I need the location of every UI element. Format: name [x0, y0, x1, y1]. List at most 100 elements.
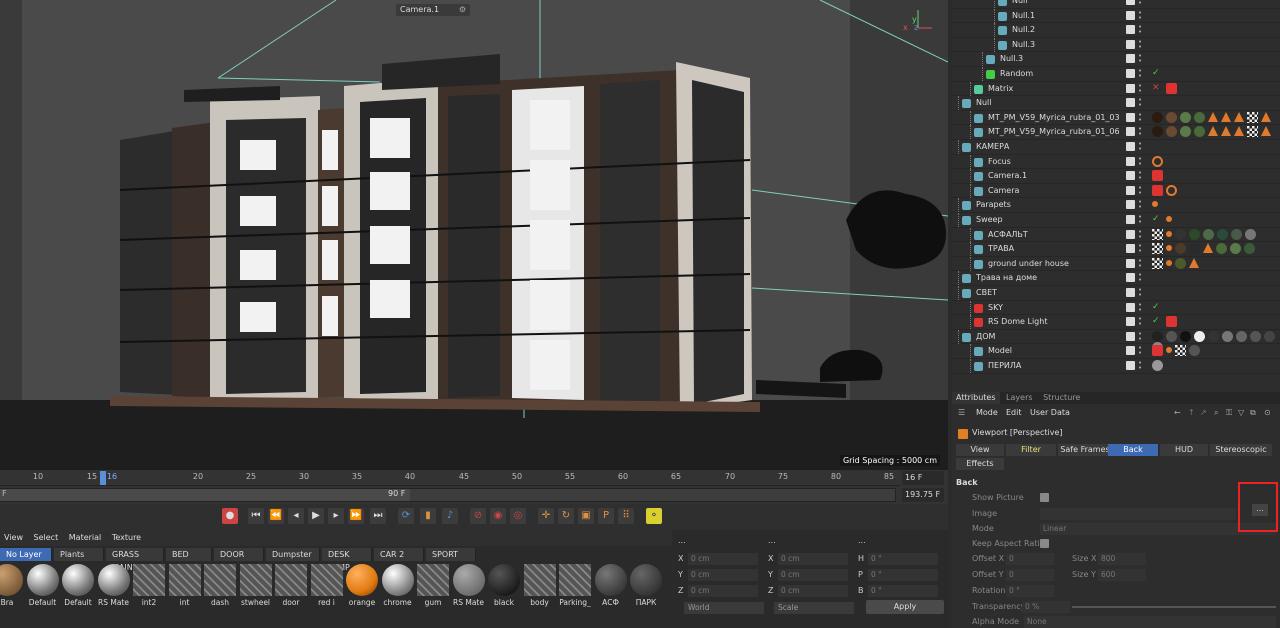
- redshift-tag-icon[interactable]: [1166, 316, 1177, 328]
- material-tag-icon[interactable]: [1208, 126, 1218, 137]
- object-name[interactable]: ДОМ: [976, 332, 995, 341]
- show-picture-checkbox[interactable]: [1040, 493, 1049, 502]
- object-row[interactable]: Parapets • •: [952, 198, 1280, 213]
- render-dots-icon[interactable]: ••: [1138, 155, 1142, 167]
- object-name[interactable]: СВЕТ: [976, 288, 997, 297]
- next-key-icon[interactable]: ⏩: [348, 508, 364, 524]
- render-dots-icon[interactable]: ••: [1138, 111, 1142, 123]
- material-tag-icon[interactable]: [1222, 330, 1233, 342]
- coord-field[interactable]: 0 °: [868, 585, 938, 597]
- object-row[interactable]: Camera • •: [952, 183, 1280, 199]
- subtab-view[interactable]: View: [956, 444, 1004, 456]
- material-swatch[interactable]: Parking_: [558, 564, 592, 607]
- keyframe-selection-icon[interactable]: ◎: [510, 508, 526, 524]
- object-row[interactable]: Focus • •: [952, 154, 1280, 170]
- object-row[interactable]: КАМЕРА • •: [952, 140, 1280, 155]
- render-dots-icon[interactable]: ••: [1138, 257, 1142, 269]
- loop-icon[interactable]: ⟳: [398, 508, 414, 524]
- menu-edit[interactable]: Edit: [1006, 408, 1022, 417]
- render-dots-icon[interactable]: ••: [1138, 97, 1142, 109]
- lock-icon[interactable]: ⚿: [1226, 408, 1232, 418]
- menu-material[interactable]: Material: [65, 530, 106, 545]
- size-x-field[interactable]: 800: [1098, 553, 1146, 565]
- render-dots-icon[interactable]: ••: [1138, 24, 1142, 36]
- object-row[interactable]: Random • • ✓: [952, 67, 1280, 82]
- coord-field[interactable]: 0 cm: [688, 553, 758, 565]
- filter-icon[interactable]: ▽: [1238, 408, 1244, 417]
- coord-field[interactable]: 0 °: [868, 569, 938, 581]
- coord-field[interactable]: 0 cm: [778, 569, 848, 581]
- subtab-safe-frames[interactable]: Safe Frames: [1058, 444, 1112, 456]
- prev-key-icon[interactable]: ⏪: [268, 508, 284, 524]
- object-row[interactable]: ПЕРИЛА • •: [952, 359, 1280, 374]
- material-tag-icon[interactable]: [1203, 228, 1214, 240]
- material-tag-icon[interactable]: [1264, 330, 1275, 342]
- object-row[interactable]: АСФАЛЬТ • •: [952, 227, 1280, 243]
- forward-arrow-icon[interactable]: ↗: [1200, 408, 1207, 417]
- visibility-toggle[interactable]: [1126, 127, 1135, 137]
- visibility-toggle[interactable]: [1126, 331, 1135, 341]
- object-name[interactable]: Camera: [988, 186, 1019, 195]
- material-tag-icon[interactable]: [1261, 126, 1271, 137]
- subtab-stereoscopic[interactable]: Stereoscopic: [1210, 444, 1272, 456]
- material-swatch[interactable]: Default: [61, 564, 95, 607]
- render-dots-icon[interactable]: ••: [1138, 38, 1142, 50]
- object-row[interactable]: MT_PM_V59_Myrica_rubra_01_03 • •: [952, 110, 1280, 126]
- render-dots-icon[interactable]: ••: [1138, 287, 1142, 299]
- menu-view[interactable]: View: [0, 530, 27, 545]
- render-dots-icon[interactable]: ••: [1138, 199, 1142, 211]
- menu-mode[interactable]: Mode: [976, 408, 998, 417]
- material-tag-icon[interactable]: [1194, 330, 1205, 342]
- redshift-tag-icon[interactable]: [1152, 345, 1163, 357]
- coord-system-dropdown[interactable]: World: [684, 602, 764, 614]
- render-dots-icon[interactable]: ••: [1138, 170, 1142, 182]
- material-tag-icon[interactable]: [1152, 126, 1163, 138]
- object-name[interactable]: MT_PM_V59_Myrica_rubra_01_03: [988, 113, 1120, 122]
- new-window-icon[interactable]: ⧉: [1250, 408, 1256, 418]
- transparency-field[interactable]: 0 %: [1022, 601, 1070, 613]
- check-icon[interactable]: ✓: [1152, 316, 1163, 327]
- material-tag-icon[interactable]: [1231, 228, 1242, 240]
- material-tag-icon[interactable]: [1189, 228, 1200, 240]
- redshift-tag-icon[interactable]: [1166, 82, 1177, 94]
- keep-aspect-checkbox[interactable]: [1040, 539, 1049, 548]
- sound-icon[interactable]: ♪: [442, 508, 458, 524]
- apply-button[interactable]: Apply: [866, 600, 944, 614]
- go-to-end-icon[interactable]: ⏭: [370, 508, 386, 524]
- object-name[interactable]: SKY: [988, 303, 1003, 312]
- phong-tag-icon[interactable]: [1166, 259, 1172, 266]
- visibility-toggle[interactable]: [1126, 171, 1135, 181]
- material-swatch[interactable]: body: [523, 564, 557, 607]
- material-swatch[interactable]: Default: [26, 564, 60, 607]
- redshift-tag-icon[interactable]: [1152, 184, 1163, 196]
- material-swatch[interactable]: black: [487, 564, 521, 607]
- material-tag-icon[interactable]: [1152, 111, 1163, 123]
- object-name[interactable]: Null: [1012, 0, 1028, 5]
- phong-tag-icon[interactable]: [1152, 201, 1158, 208]
- object-name[interactable]: Focus: [988, 157, 1011, 166]
- visibility-toggle[interactable]: [1126, 112, 1135, 122]
- object-name[interactable]: Sweep: [976, 215, 1003, 224]
- material-tag-icon[interactable]: [1175, 257, 1186, 269]
- timeline-ruler[interactable]: 10 15 16 20 25 30 35 40 45 50 55 60 65 70 75 80 85: [0, 470, 900, 486]
- object-row[interactable]: СВЕТ • •: [952, 286, 1280, 301]
- rotation-key-icon[interactable]: ↻: [558, 508, 574, 524]
- object-name[interactable]: Null.1: [1012, 11, 1035, 20]
- render-dots-icon[interactable]: ••: [1138, 272, 1142, 284]
- object-row[interactable]: Matrix • • ✕: [952, 81, 1280, 97]
- visibility-toggle[interactable]: [1126, 200, 1135, 210]
- material-swatch[interactable]: dash: [203, 564, 237, 607]
- render-dots-icon[interactable]: ••: [1138, 126, 1142, 138]
- record-icon[interactable]: ◉: [490, 508, 506, 524]
- object-name[interactable]: Null.2: [1012, 25, 1035, 34]
- render-dots-icon[interactable]: ••: [1138, 82, 1142, 94]
- rotation-field[interactable]: 0 °: [1006, 585, 1054, 597]
- back-arrow-icon[interactable]: ←: [1174, 408, 1181, 417]
- next-frame-icon[interactable]: ▸: [328, 508, 344, 524]
- coord-field[interactable]: 0 cm: [688, 585, 758, 597]
- camera-selector[interactable]: Camera.1 ⚙: [396, 4, 470, 16]
- phong-tag-icon[interactable]: [1166, 230, 1172, 237]
- object-row[interactable]: MT_PM_V59_Myrica_rubra_01_06 • •: [952, 125, 1280, 140]
- visibility-toggle[interactable]: [1126, 10, 1135, 20]
- material-tag-icon[interactable]: [1236, 330, 1247, 342]
